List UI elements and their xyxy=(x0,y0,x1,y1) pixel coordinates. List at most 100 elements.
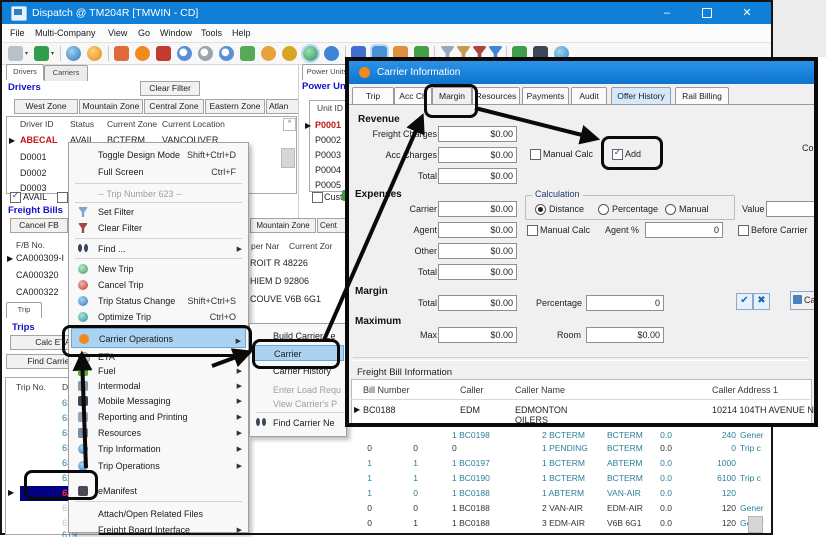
power-unit-row[interactable]: P0001 xyxy=(315,120,341,130)
search-icon[interactable] xyxy=(219,46,234,61)
fb-col-caller[interactable]: Caller xyxy=(460,385,484,395)
room-field[interactable]: $0.00 xyxy=(586,327,664,343)
power-unit-row[interactable]: P0005 xyxy=(315,180,341,190)
print-caret-icon[interactable]: ▾ xyxy=(25,50,28,57)
scroll-up-icon[interactable]: ^ xyxy=(283,118,296,131)
info-icon[interactable] xyxy=(66,46,81,61)
menu-window[interactable]: Window xyxy=(160,28,192,38)
zone-button-atlantic[interactable]: Atlan xyxy=(266,99,299,114)
menu-item-optimize-trip[interactable]: Optimize TripCtrl+O xyxy=(71,309,246,325)
driver-row[interactable]: D0001 xyxy=(20,152,47,162)
fb-row[interactable]: CA000320 xyxy=(16,270,59,280)
menu-item-trip-operations[interactable]: Trip Operations▶ xyxy=(71,458,246,474)
add-checkbox[interactable] xyxy=(612,149,623,160)
cancel-x-button[interactable]: ✖ xyxy=(753,293,770,310)
value-field[interactable] xyxy=(766,201,814,217)
menu-item-trip-information[interactable]: Trip Information▶ xyxy=(71,441,246,457)
menu-go[interactable]: Go xyxy=(138,28,150,38)
expenses-manual-calc-checkbox[interactable] xyxy=(527,225,538,236)
margin-total-field[interactable]: $0.00 xyxy=(438,295,517,311)
menu-item-attach-open-files[interactable]: Attach/Open Related Files xyxy=(71,506,246,522)
dialog-tab-trip[interactable]: Trip xyxy=(352,87,394,105)
refresh-icon[interactable] xyxy=(324,46,339,61)
menu-item-fuel[interactable]: Fuel▶ xyxy=(71,363,246,379)
scrollbar-thumb[interactable] xyxy=(281,148,295,168)
menu-item-carrier-operations[interactable]: Carrier Operations▶ xyxy=(71,328,246,348)
drivers-col-current-zone[interactable]: Current Zone xyxy=(107,119,157,129)
dialog-tab-margin[interactable]: Margin xyxy=(432,87,472,105)
zone-button-eastern[interactable]: Eastern Zone xyxy=(205,99,265,114)
about-icon[interactable] xyxy=(87,46,102,61)
margin-percentage-field[interactable]: 0 xyxy=(586,295,664,311)
scrollbar-thumb[interactable] xyxy=(748,516,763,533)
bg-zone-button-mountain[interactable]: Mountain Zone xyxy=(250,218,316,233)
do-checkbox[interactable] xyxy=(57,192,68,203)
fb-col-caller-address[interactable]: Caller Address 1 xyxy=(712,385,778,395)
clear-filter-button[interactable]: Clear Filter xyxy=(140,81,200,96)
tab-trip[interactable]: Trip xyxy=(6,302,42,318)
drivers-col-status[interactable]: Status xyxy=(70,119,94,129)
expenses-total-field[interactable]: $0.00 xyxy=(438,264,517,280)
web-icon[interactable] xyxy=(303,46,318,61)
revenue-manual-calc-checkbox[interactable] xyxy=(530,149,541,160)
calculate-button[interactable]: Ca xyxy=(790,291,814,310)
find-trip-icon[interactable] xyxy=(177,46,192,61)
calc-percentage-radio[interactable] xyxy=(598,204,609,215)
maximize-button[interactable] xyxy=(690,2,724,24)
driver-row[interactable]: D0002 xyxy=(20,168,47,178)
zone-button-mountain[interactable]: Mountain Zone xyxy=(79,99,143,114)
menu-item-find[interactable]: Find ...▶ xyxy=(71,241,246,257)
truck-icon[interactable] xyxy=(156,46,171,61)
fb-col-caller-name[interactable]: Caller Name xyxy=(515,385,565,395)
menu-item-full-screen[interactable]: Full ScreenCtrl+F xyxy=(71,164,246,180)
dialog-tab-audit[interactable]: Audit xyxy=(571,87,607,105)
display-caret-icon[interactable]: ▾ xyxy=(51,50,54,57)
menu-item-clear-filter[interactable]: Clear Filter xyxy=(71,220,246,236)
confirm-button[interactable]: ✔ xyxy=(736,293,753,310)
tab-carriers[interactable]: Carriers xyxy=(44,65,88,81)
menu-item-freight-board[interactable]: Freight Board Interface▶ xyxy=(71,522,246,537)
expenses-agent-field[interactable]: $0.00 xyxy=(438,222,517,238)
submenu-item-find-carrier[interactable]: Find Carrier Ne xyxy=(252,415,344,431)
agent-pct-field[interactable]: 0 xyxy=(645,222,723,238)
expenses-other-field[interactable]: $0.00 xyxy=(438,243,517,259)
dialog-tab-acc-charges[interactable]: Acc Ch xyxy=(394,87,432,105)
drivers-col-driver-id[interactable]: Driver ID xyxy=(20,119,54,129)
menu-item-intermodal[interactable]: Intermodal▶ xyxy=(71,378,246,394)
menu-tools[interactable]: Tools xyxy=(201,28,222,38)
fb-row[interactable]: CA000309-I xyxy=(16,253,64,263)
tab-drivers[interactable]: Drivers xyxy=(6,64,44,80)
menu-item-toggle-design-mode[interactable]: Toggle Design ModeShift+Ctrl+D xyxy=(71,147,246,163)
submenu-item-build-carrier[interactable]: Build Carrier Le xyxy=(252,328,344,344)
menu-multi-company[interactable]: Multi-Company xyxy=(35,28,96,38)
power-unit-row[interactable]: P0002 xyxy=(315,135,341,145)
carrier-operations-icon[interactable] xyxy=(135,46,150,61)
close-button[interactable]: ✕ xyxy=(730,2,764,24)
print-icon[interactable] xyxy=(8,46,23,61)
menu-item-new-trip[interactable]: New Trip xyxy=(71,261,246,277)
drivers-col-current-location[interactable]: Current Location xyxy=(162,119,225,129)
menu-view[interactable]: View xyxy=(108,28,127,38)
custom-checkbox[interactable] xyxy=(312,192,323,203)
fb-row[interactable]: CA000322 xyxy=(16,287,59,297)
dialog-tab-payments[interactable]: Payments xyxy=(522,87,569,105)
zone-button-west[interactable]: West Zone xyxy=(14,99,78,114)
menu-file[interactable]: File xyxy=(10,28,25,38)
menu-item-resources[interactable]: Resources▶ xyxy=(71,425,246,441)
submenu-item-carrier[interactable]: Carrier xyxy=(252,345,344,361)
map-icon[interactable] xyxy=(240,46,255,61)
rates-icon[interactable] xyxy=(282,46,297,61)
acc-charges-field[interactable]: $0.00 xyxy=(438,147,517,163)
driver-icon[interactable] xyxy=(114,46,129,61)
menu-item-mobile-messaging[interactable]: Mobile Messaging▶ xyxy=(71,393,246,409)
menu-item-trip-status-change[interactable]: Trip Status ChangeShift+Ctrl+S xyxy=(71,293,246,309)
before-carrier-checkbox[interactable] xyxy=(738,225,749,236)
dialog-tab-rail-billing[interactable]: Rail Billing xyxy=(675,87,729,105)
dialog-tab-resources[interactable]: Resources xyxy=(472,87,520,105)
zone-button-central[interactable]: Central Zone xyxy=(144,99,204,114)
revenue-total-field[interactable]: $0.00 xyxy=(438,168,517,184)
calc-distance-radio[interactable] xyxy=(535,204,546,215)
zones-icon[interactable] xyxy=(261,46,276,61)
dialog-tab-offer-history[interactable]: Offer History xyxy=(611,87,671,105)
menu-item-set-filter[interactable]: Set Filter xyxy=(71,204,246,220)
